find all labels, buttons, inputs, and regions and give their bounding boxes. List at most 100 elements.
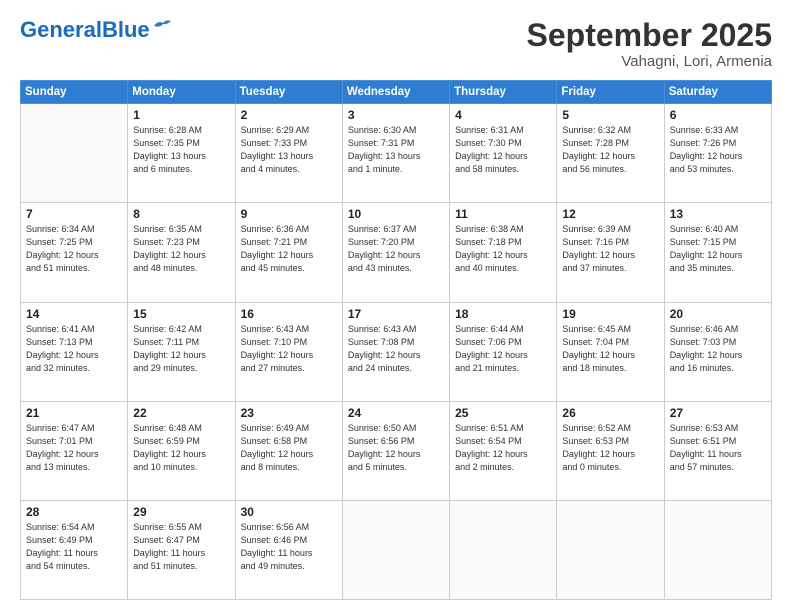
- logo-text: GeneralBlue: [20, 19, 150, 41]
- calendar-cell: 25 Sunrise: 6:51 AMSunset: 6:54 PMDayligh…: [450, 401, 557, 500]
- cell-info: Sunrise: 6:32 AMSunset: 7:28 PMDaylight:…: [562, 124, 658, 176]
- logo-general: General: [20, 17, 102, 42]
- title-block: September 2025 Vahagni, Lori, Armenia: [527, 18, 772, 70]
- cell-info: Sunrise: 6:43 AMSunset: 7:10 PMDaylight:…: [241, 323, 337, 375]
- calendar-header-monday: Monday: [128, 81, 235, 104]
- location: Vahagni, Lori, Armenia: [527, 53, 772, 70]
- calendar-cell: [450, 500, 557, 599]
- day-number: 21: [26, 406, 122, 420]
- week-row-2: 7 Sunrise: 6:34 AMSunset: 7:25 PMDaylight…: [21, 203, 772, 302]
- week-row-3: 14Sunrise: 6:41 AMSunset: 7:13 PMDayligh…: [21, 302, 772, 401]
- day-number: 7: [26, 207, 122, 221]
- calendar-cell: 19 Sunrise: 6:45 AMSunset: 7:04 PMDayligh…: [557, 302, 664, 401]
- cell-info: Sunrise: 6:41 AMSunset: 7:13 PMDaylight:…: [26, 323, 122, 375]
- day-number: 13: [670, 207, 766, 221]
- calendar-cell: 14Sunrise: 6:41 AMSunset: 7:13 PMDayligh…: [21, 302, 128, 401]
- calendar-header-row: SundayMondayTuesdayWednesdayThursdayFrid…: [21, 81, 772, 104]
- calendar-cell: 12Sunrise: 6:39 AMSunset: 7:16 PMDayligh…: [557, 203, 664, 302]
- calendar-header-wednesday: Wednesday: [342, 81, 449, 104]
- calendar-cell: [664, 500, 771, 599]
- cell-info: Sunrise: 6:30 AMSunset: 7:31 PMDaylight:…: [348, 124, 444, 176]
- day-number: 16: [241, 307, 337, 321]
- calendar-cell: 2 Sunrise: 6:29 AMSunset: 7:33 PMDaylight…: [235, 104, 342, 203]
- calendar-cell: 3Sunrise: 6:30 AMSunset: 7:31 PMDaylight…: [342, 104, 449, 203]
- calendar-cell: 8 Sunrise: 6:35 AMSunset: 7:23 PMDaylight…: [128, 203, 235, 302]
- cell-info: Sunrise: 6:47 AMSunset: 7:01 PMDaylight:…: [26, 422, 122, 474]
- day-number: 22: [133, 406, 229, 420]
- cell-info: Sunrise: 6:51 AMSunset: 6:54 PMDaylight:…: [455, 422, 551, 474]
- logo: GeneralBlue: [20, 18, 174, 42]
- logo-bird-icon: [152, 18, 174, 34]
- cell-info: Sunrise: 6:53 AMSunset: 6:51 PMDaylight:…: [670, 422, 766, 474]
- cell-info: Sunrise: 6:52 AMSunset: 6:53 PMDaylight:…: [562, 422, 658, 474]
- calendar-cell: 27 Sunrise: 6:53 AMSunset: 6:51 PMDayligh…: [664, 401, 771, 500]
- day-number: 5: [562, 108, 658, 122]
- calendar-cell: 22 Sunrise: 6:48 AMSunset: 6:59 PMDayligh…: [128, 401, 235, 500]
- week-row-4: 21 Sunrise: 6:47 AMSunset: 7:01 PMDayligh…: [21, 401, 772, 500]
- cell-info: Sunrise: 6:48 AMSunset: 6:59 PMDaylight:…: [133, 422, 229, 474]
- cell-info: Sunrise: 6:34 AMSunset: 7:25 PMDaylight:…: [26, 223, 122, 275]
- day-number: 30: [241, 505, 337, 519]
- cell-info: Sunrise: 6:49 AMSunset: 6:58 PMDaylight:…: [241, 422, 337, 474]
- day-number: 23: [241, 406, 337, 420]
- cell-info: Sunrise: 6:42 AMSunset: 7:11 PMDaylight:…: [133, 323, 229, 375]
- cell-info: Sunrise: 6:36 AMSunset: 7:21 PMDaylight:…: [241, 223, 337, 275]
- calendar-cell: 6 Sunrise: 6:33 AMSunset: 7:26 PMDaylight…: [664, 104, 771, 203]
- day-number: 19: [562, 307, 658, 321]
- day-number: 26: [562, 406, 658, 420]
- cell-info: Sunrise: 6:35 AMSunset: 7:23 PMDaylight:…: [133, 223, 229, 275]
- cell-info: Sunrise: 6:45 AMSunset: 7:04 PMDaylight:…: [562, 323, 658, 375]
- cell-info: Sunrise: 6:43 AMSunset: 7:08 PMDaylight:…: [348, 323, 444, 375]
- cell-info: Sunrise: 6:39 AMSunset: 7:16 PMDaylight:…: [562, 223, 658, 275]
- day-number: 2: [241, 108, 337, 122]
- day-number: 24: [348, 406, 444, 420]
- logo-blue: Blue: [102, 17, 150, 42]
- cell-info: Sunrise: 6:55 AMSunset: 6:47 PMDaylight:…: [133, 521, 229, 573]
- calendar-cell: 30 Sunrise: 6:56 AMSunset: 6:46 PMDayligh…: [235, 500, 342, 599]
- calendar-cell: 17Sunrise: 6:43 AMSunset: 7:08 PMDayligh…: [342, 302, 449, 401]
- cell-info: Sunrise: 6:50 AMSunset: 6:56 PMDaylight:…: [348, 422, 444, 474]
- day-number: 10: [348, 207, 444, 221]
- cell-info: Sunrise: 6:56 AMSunset: 6:46 PMDaylight:…: [241, 521, 337, 573]
- cell-info: Sunrise: 6:54 AMSunset: 6:49 PMDaylight:…: [26, 521, 122, 573]
- calendar-header-friday: Friday: [557, 81, 664, 104]
- cell-info: Sunrise: 6:37 AMSunset: 7:20 PMDaylight:…: [348, 223, 444, 275]
- page: GeneralBlue September 2025 Vahagni, Lori…: [0, 0, 792, 612]
- calendar-cell: 4Sunrise: 6:31 AMSunset: 7:30 PMDaylight…: [450, 104, 557, 203]
- calendar-cell: 9 Sunrise: 6:36 AMSunset: 7:21 PMDaylight…: [235, 203, 342, 302]
- cell-info: Sunrise: 6:29 AMSunset: 7:33 PMDaylight:…: [241, 124, 337, 176]
- calendar-cell: 26 Sunrise: 6:52 AMSunset: 6:53 PMDayligh…: [557, 401, 664, 500]
- day-number: 9: [241, 207, 337, 221]
- day-number: 18: [455, 307, 551, 321]
- calendar-cell: 29 Sunrise: 6:55 AMSunset: 6:47 PMDayligh…: [128, 500, 235, 599]
- calendar-cell: 13Sunrise: 6:40 AMSunset: 7:15 PMDayligh…: [664, 203, 771, 302]
- day-number: 25: [455, 406, 551, 420]
- calendar-cell: 23 Sunrise: 6:49 AMSunset: 6:58 PMDayligh…: [235, 401, 342, 500]
- week-row-5: 28Sunrise: 6:54 AMSunset: 6:49 PMDayligh…: [21, 500, 772, 599]
- calendar-cell: 5 Sunrise: 6:32 AMSunset: 7:28 PMDaylight…: [557, 104, 664, 203]
- day-number: 29: [133, 505, 229, 519]
- week-row-1: 1Sunrise: 6:28 AMSunset: 7:35 PMDaylight…: [21, 104, 772, 203]
- day-number: 6: [670, 108, 766, 122]
- calendar-cell: 15Sunrise: 6:42 AMSunset: 7:11 PMDayligh…: [128, 302, 235, 401]
- cell-info: Sunrise: 6:33 AMSunset: 7:26 PMDaylight:…: [670, 124, 766, 176]
- day-number: 11: [455, 207, 551, 221]
- calendar-header-tuesday: Tuesday: [235, 81, 342, 104]
- cell-info: Sunrise: 6:46 AMSunset: 7:03 PMDaylight:…: [670, 323, 766, 375]
- day-number: 8: [133, 207, 229, 221]
- cell-info: Sunrise: 6:38 AMSunset: 7:18 PMDaylight:…: [455, 223, 551, 275]
- calendar-cell: 1Sunrise: 6:28 AMSunset: 7:35 PMDaylight…: [128, 104, 235, 203]
- calendar-cell: 18Sunrise: 6:44 AMSunset: 7:06 PMDayligh…: [450, 302, 557, 401]
- calendar-cell: 24 Sunrise: 6:50 AMSunset: 6:56 PMDayligh…: [342, 401, 449, 500]
- calendar-table: SundayMondayTuesdayWednesdayThursdayFrid…: [20, 80, 772, 600]
- day-number: 27: [670, 406, 766, 420]
- day-number: 4: [455, 108, 551, 122]
- calendar-cell: 10 Sunrise: 6:37 AMSunset: 7:20 PMDayligh…: [342, 203, 449, 302]
- month-title: September 2025: [527, 18, 772, 53]
- header: GeneralBlue September 2025 Vahagni, Lori…: [20, 18, 772, 70]
- calendar-cell: [21, 104, 128, 203]
- calendar-cell: [557, 500, 664, 599]
- calendar-cell: 7 Sunrise: 6:34 AMSunset: 7:25 PMDaylight…: [21, 203, 128, 302]
- day-number: 1: [133, 108, 229, 122]
- calendar-header-sunday: Sunday: [21, 81, 128, 104]
